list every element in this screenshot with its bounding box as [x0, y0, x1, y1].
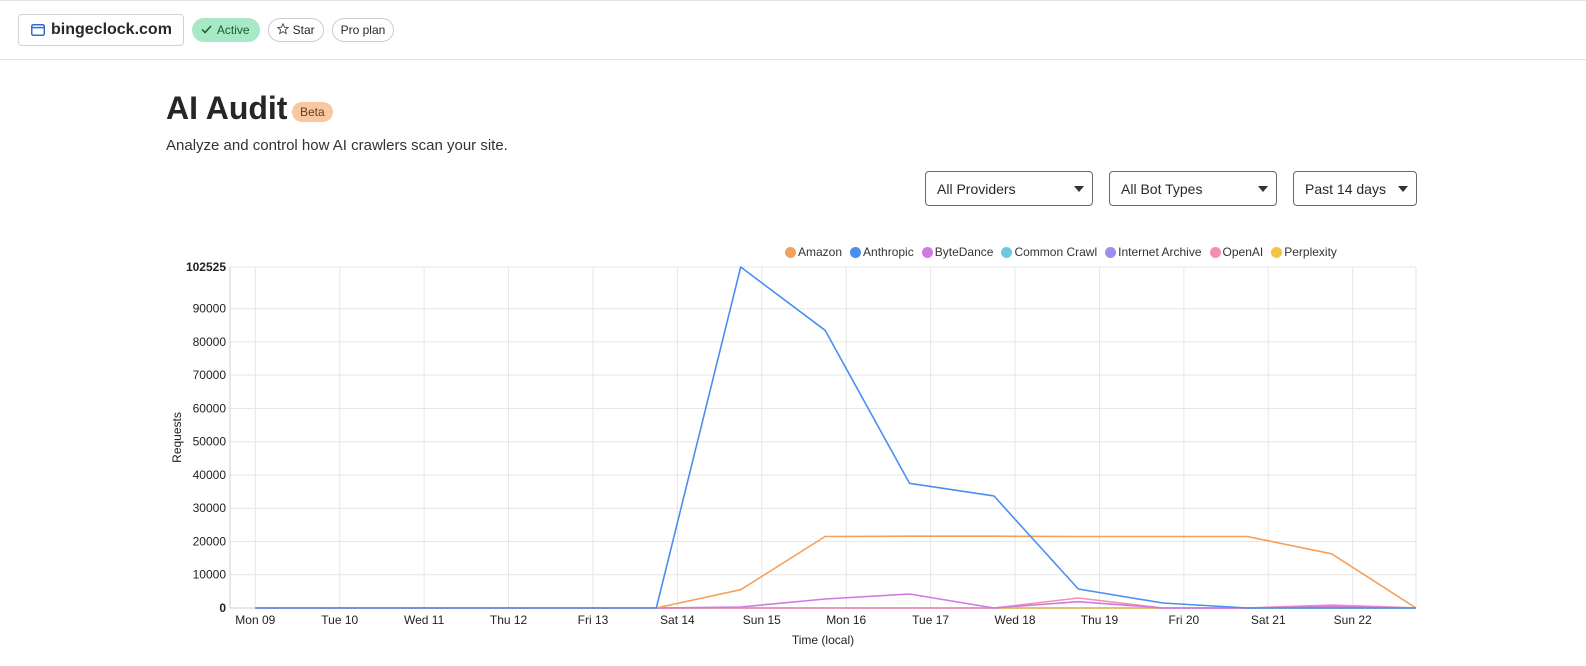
x-tick-label: Sun 22: [1334, 613, 1372, 627]
y-tick-label: 102525: [186, 260, 226, 274]
y-tick-label: 10000: [193, 568, 227, 582]
x-tick-label: Wed 18: [994, 613, 1035, 627]
y-tick-label: 60000: [193, 401, 227, 415]
x-tick-label: Tue 17: [912, 613, 949, 627]
y-tick-label: 40000: [193, 468, 227, 482]
y-tick-label: 50000: [193, 435, 227, 449]
x-tick-label: Wed 11: [404, 613, 445, 627]
y-tick-label: 0: [219, 601, 226, 615]
x-tick-label: Fri 13: [578, 613, 609, 627]
x-tick-label: Mon 16: [826, 613, 866, 627]
y-tick-label: 70000: [193, 368, 227, 382]
x-tick-label: Tue 10: [321, 613, 358, 627]
x-axis-title: Time (local): [792, 633, 854, 647]
series-line-bytedance: [255, 593, 1417, 609]
y-tick-label: 80000: [193, 335, 227, 349]
y-tick-label: 90000: [193, 302, 227, 316]
series-line-anthropic: [255, 266, 1416, 609]
x-tick-label: Sat 14: [660, 613, 695, 627]
x-tick-label: Mon 09: [235, 613, 275, 627]
x-tick-label: Sat 21: [1251, 613, 1286, 627]
x-tick-label: Fri 20: [1169, 613, 1200, 627]
y-axis-title: Requests: [170, 412, 184, 463]
y-tick-label: 30000: [193, 501, 227, 515]
series-line-amazon: [255, 535, 1417, 609]
x-tick-label: Thu 12: [490, 613, 528, 627]
requests-line-chart: 0 10000 20000 30000 40000 50000 60000 70000 8000…: [170, 260, 1417, 647]
y-tick-label: 20000: [193, 534, 227, 548]
x-tick-label: Sun 15: [743, 613, 781, 627]
x-tick-label: Thu 19: [1081, 613, 1119, 627]
series-line-openai: [255, 597, 1417, 609]
